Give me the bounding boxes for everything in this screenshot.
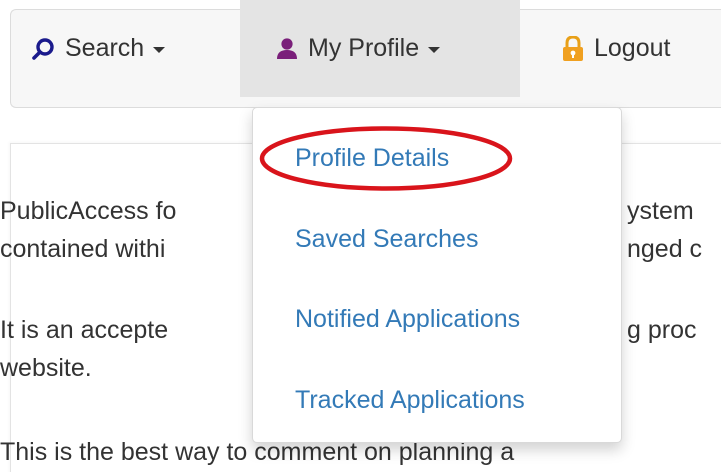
my-profile-dropdown-menu: Profile Details Saved Searches Notified … <box>252 107 622 443</box>
menu-item-tracked-applications[interactable]: Tracked Applications <box>295 385 525 415</box>
intro-line-1-left: PublicAccess fo <box>0 197 177 225</box>
intro-line-3-right: g proc <box>627 316 697 344</box>
menu-item-saved-searches[interactable]: Saved Searches <box>295 224 478 254</box>
intro-line-3-left: It is an accepte <box>0 316 169 344</box>
intro-line-1-right: ystem <box>627 197 694 225</box>
page: Search My Profile Logout PublicAccess fo… <box>0 0 721 472</box>
intro-line-2-right: nged c <box>627 235 703 263</box>
menu-item-notified-applications[interactable]: Notified Applications <box>295 304 520 334</box>
intro-line-4: website. <box>0 354 92 382</box>
intro-line-2-left: contained withi <box>0 235 166 263</box>
menu-item-profile-details[interactable]: Profile Details <box>295 143 449 173</box>
